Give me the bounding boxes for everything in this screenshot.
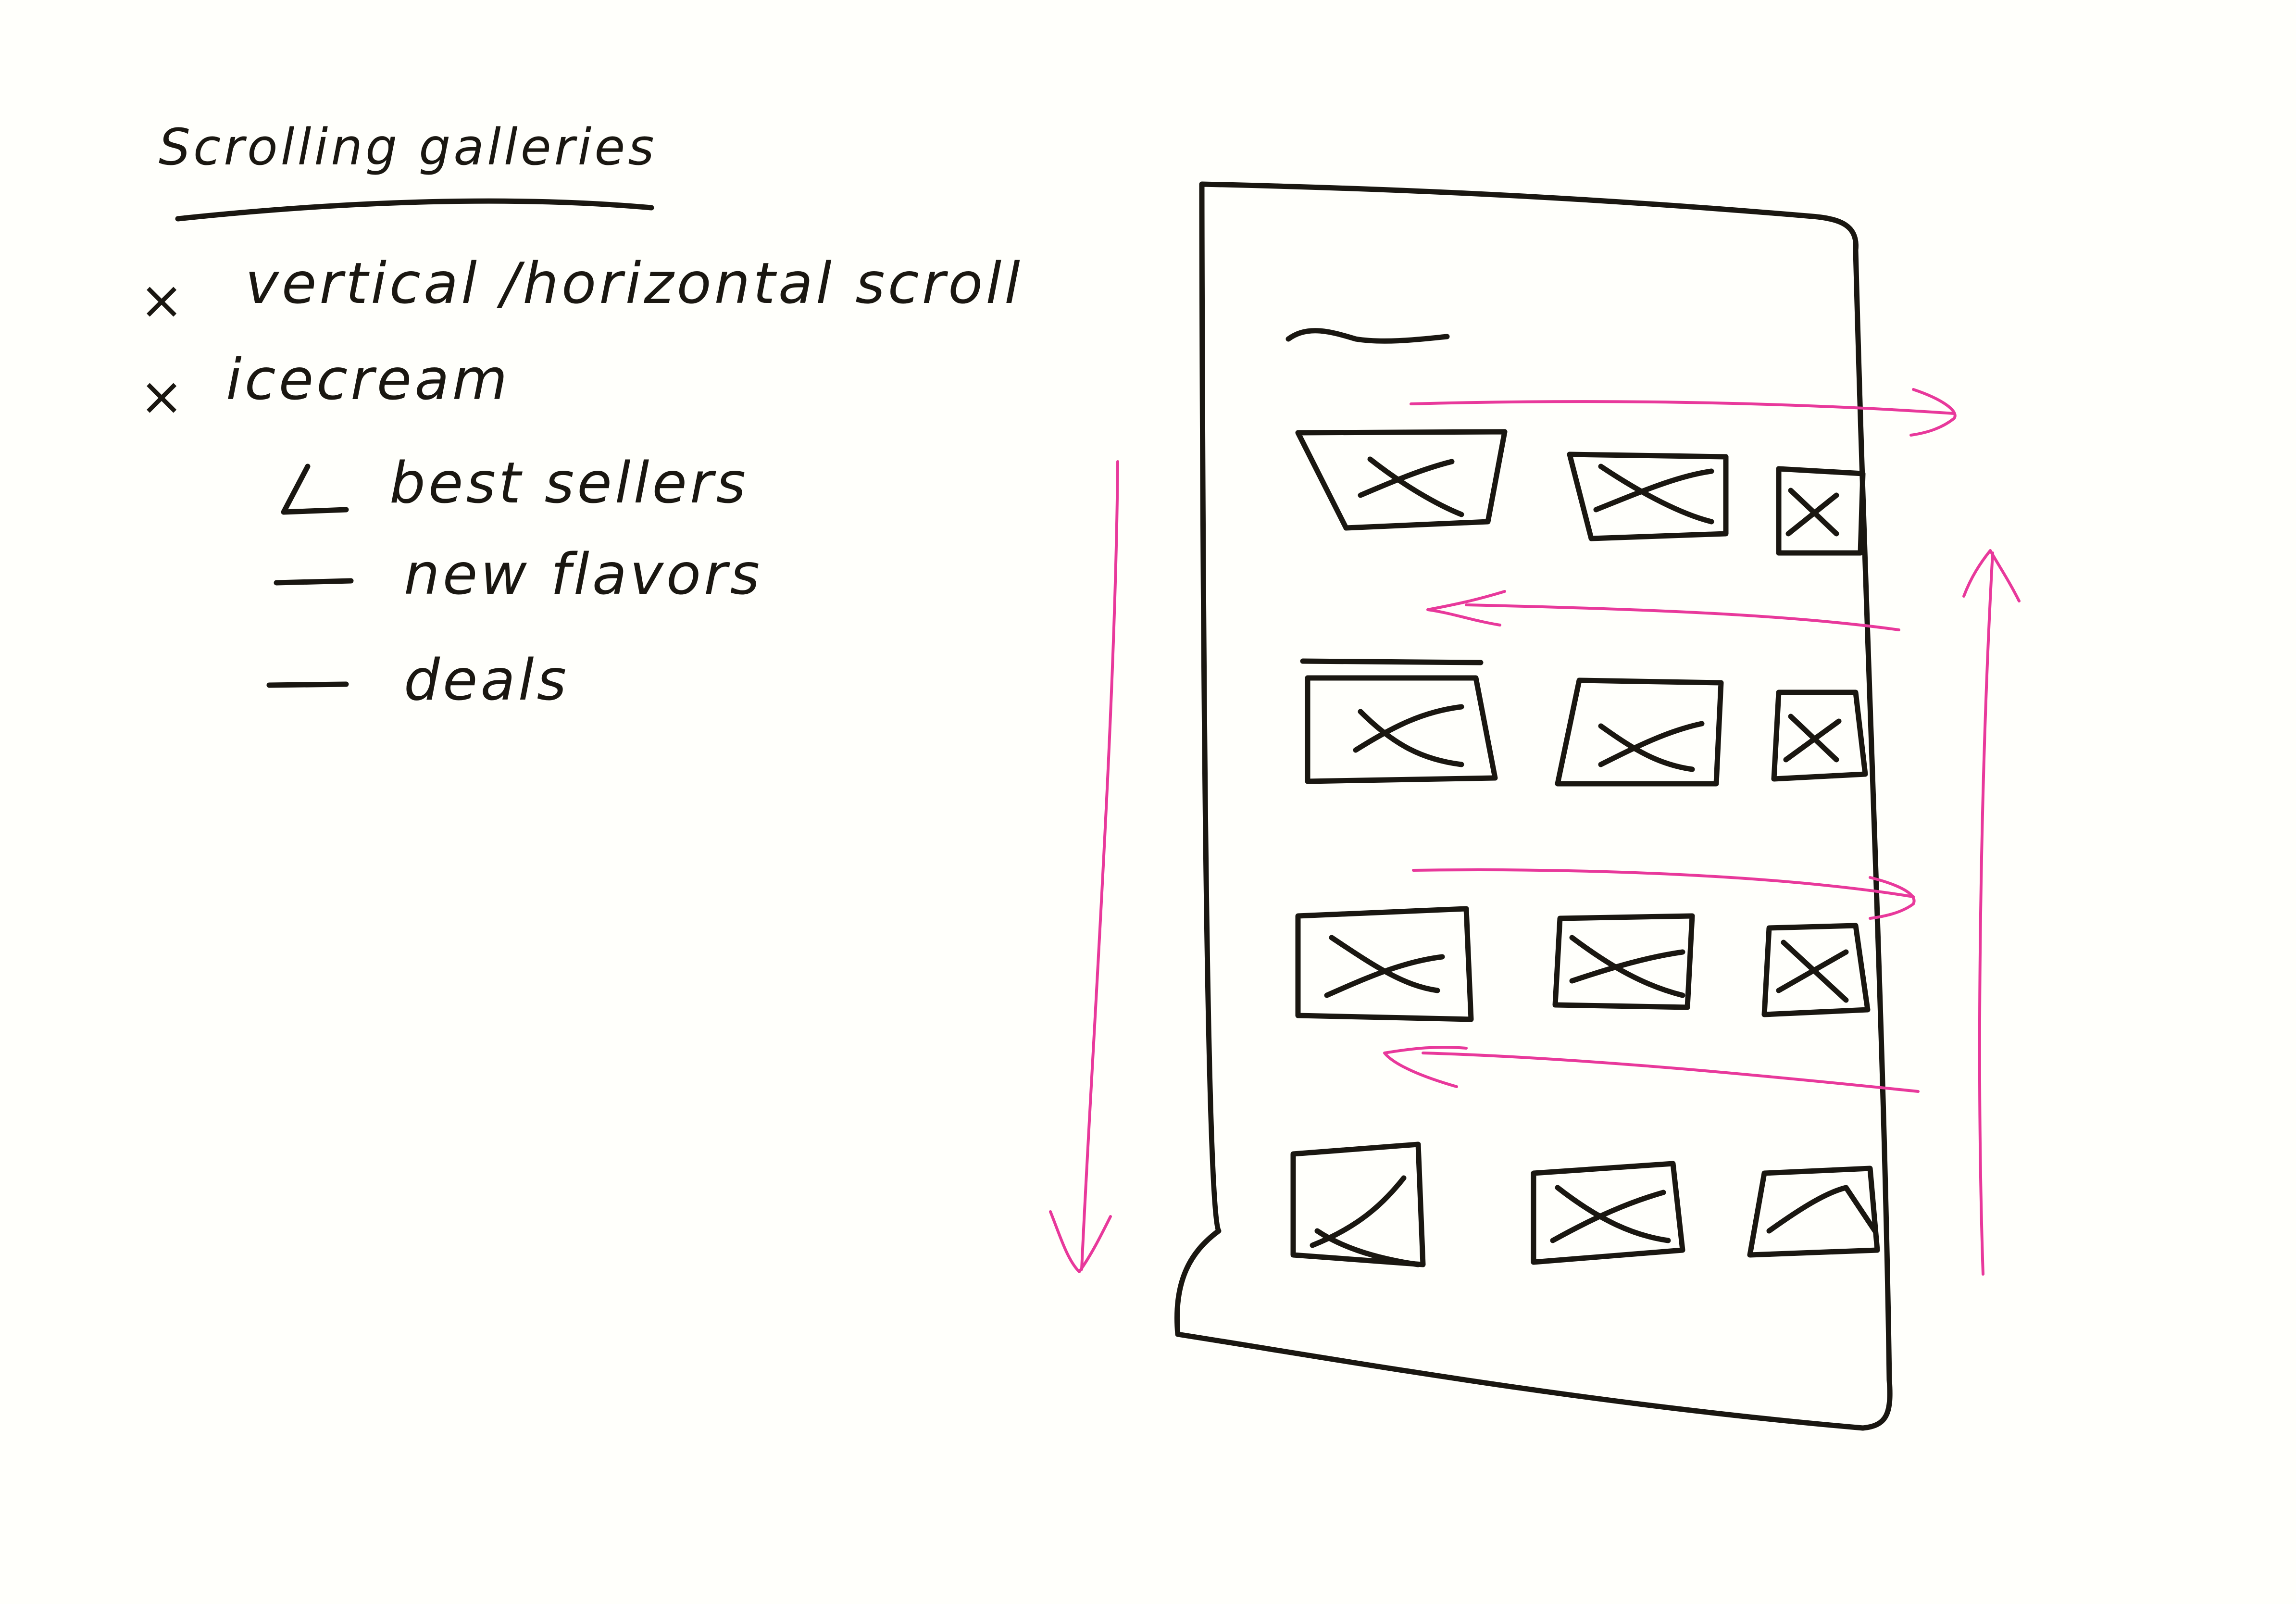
image-placeholder-icon [1300, 658, 1498, 784]
image-placeholder-icon [1776, 940, 1849, 1003]
arrow-icon [1962, 549, 2021, 1276]
wireframe-sketch [175, 181, 2021, 1431]
image-placeholder-icon [1569, 935, 1685, 998]
image-placeholder-icon [1766, 1185, 1878, 1234]
image-placeholder-icon [1783, 714, 1842, 763]
subitem-marker-l-icon [281, 464, 349, 515]
subitem-marker-dash-icon [274, 578, 354, 586]
image-placeholder-icon [1358, 456, 1464, 517]
image-placeholder-icon [1593, 464, 1714, 525]
tile-row-1 [1295, 429, 1866, 556]
tile-row-2 [1300, 658, 1868, 787]
header-placeholder [1285, 328, 1450, 344]
arrow-icon [1049, 460, 1119, 1273]
subitem-marker-dash-icon [266, 681, 349, 688]
image-placeholder-icon [1550, 1185, 1671, 1243]
image-placeholder-icon [1295, 906, 1474, 1022]
image-placeholder-icon [1598, 721, 1705, 772]
arrow-icon [1412, 868, 1916, 920]
arrow-icon [1426, 590, 1900, 631]
title-underline [175, 198, 654, 222]
image-placeholder-icon [1353, 704, 1464, 767]
image-placeholder-icon [1747, 1165, 1880, 1258]
image-placeholder-icon [1310, 1175, 1421, 1267]
image-placeholder-icon [1324, 935, 1445, 998]
arrow-icon [1410, 388, 1957, 437]
tile-row-3 [1295, 906, 1871, 1022]
tile-row-4 [1290, 1141, 1880, 1267]
arrow-icon [1383, 1046, 1920, 1093]
image-placeholder-icon [1785, 488, 1839, 537]
image-placeholder-icon [1555, 677, 1724, 787]
